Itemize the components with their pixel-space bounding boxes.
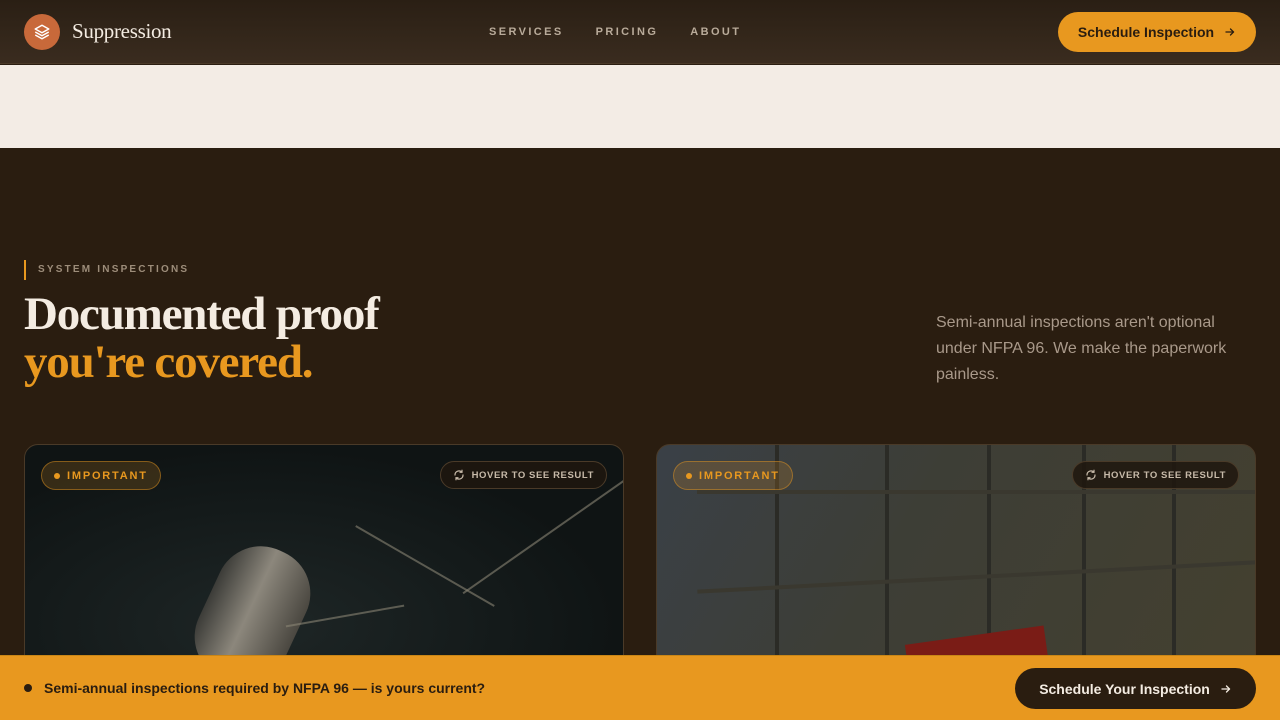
badge-label: IMPORTANT: [699, 469, 780, 482]
hover-hint-label: HOVER TO SEE RESULT: [471, 469, 594, 481]
photo-detail: [355, 525, 495, 607]
headline-line-2: you're covered.: [24, 336, 314, 388]
important-badge: IMPORTANT: [41, 461, 161, 490]
nav-services[interactable]: SERVICES: [489, 26, 564, 38]
important-badge: IMPORTANT: [673, 461, 793, 490]
sticky-bottom-bar: Semi-annual inspections required by NFPA…: [0, 655, 1280, 720]
bottom-bar-message: Semi-annual inspections required by NFPA…: [44, 680, 486, 696]
layers-icon: [34, 24, 50, 39]
hover-hint-chip: HOVER TO SEE RESULT: [439, 461, 607, 489]
hover-hint-label: HOVER TO SEE RESULT: [1103, 469, 1226, 481]
site-header: Suppression SERVICES PRICING ABOUT Sched…: [0, 0, 1280, 64]
section-headline: Documented proof you're covered.: [24, 288, 380, 388]
brand-name[interactable]: Suppression: [72, 19, 172, 44]
nav-about[interactable]: ABOUT: [690, 26, 741, 38]
refresh-icon: [453, 469, 464, 481]
headline-line-1: Documented proof: [24, 288, 380, 340]
photo-detail: [462, 477, 623, 595]
schedule-inspection-label: Schedule Inspection: [1077, 24, 1215, 40]
arrow-right-icon: [1221, 684, 1230, 693]
nav-pricing[interactable]: PRICING: [596, 26, 659, 38]
schedule-inspection-button[interactable]: Schedule Inspection: [1058, 12, 1256, 52]
status-dot: [24, 684, 32, 692]
badge-dot: [686, 472, 692, 479]
refresh-icon: [1085, 469, 1096, 481]
logo[interactable]: [24, 13, 60, 50]
hover-hint-chip: HOVER TO SEE RESULT: [1071, 461, 1239, 489]
section-intro: Semi-annual inspections aren't optional …: [936, 314, 1227, 383]
arrow-right-icon: [1225, 28, 1235, 36]
schedule-your-inspection-label: Schedule Your Inspection: [1039, 680, 1210, 697]
main-nav: SERVICES PRICING ABOUT: [489, 0, 741, 64]
light-band: [0, 65, 1280, 148]
badge-dot: [54, 472, 60, 479]
photo-detail: [697, 490, 1255, 494]
badge-label: IMPORTANT: [67, 469, 148, 482]
section-eyebrow: SYSTEM INSPECTIONS: [24, 260, 189, 280]
schedule-your-inspection-button[interactable]: Schedule Your Inspection: [1015, 668, 1256, 709]
